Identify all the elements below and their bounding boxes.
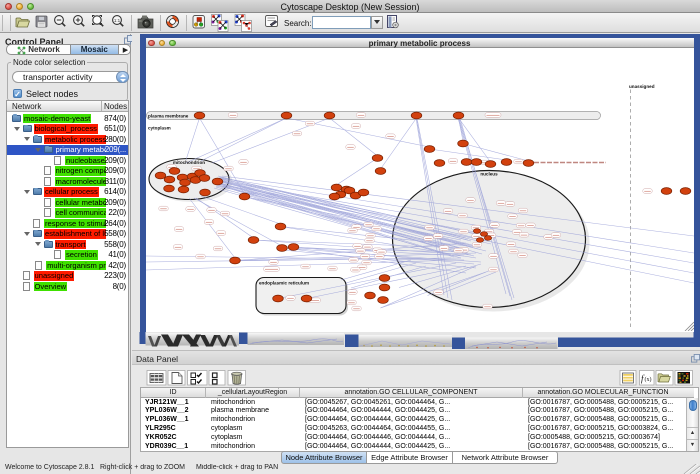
svg-text:plasma membrane: plasma membrane — [148, 113, 189, 118]
svg-text:nucleus: nucleus — [480, 172, 498, 177]
svg-text:unassigned: unassigned — [629, 84, 655, 89]
svg-text:endoplasmic reticulum: endoplasmic reticulum — [259, 281, 309, 286]
svg-text:(x): (x) — [645, 376, 652, 383]
svg-text:cytoplasm: cytoplasm — [148, 126, 171, 131]
svg-text:mitochondrion: mitochondrion — [172, 160, 204, 165]
svg-text:1:1: 1:1 — [114, 18, 121, 23]
